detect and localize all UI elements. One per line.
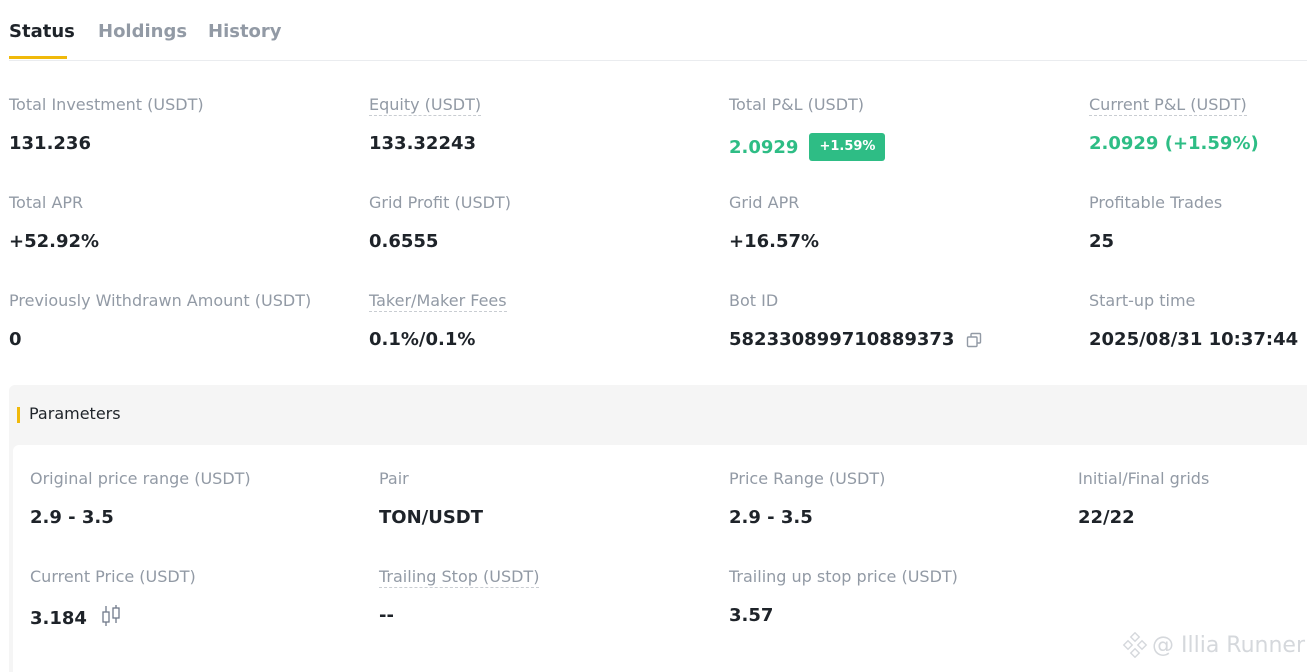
stat-value-row: 582330899710889373 [729,329,982,350]
stat-label: Total P&L (USDT) [729,95,865,114]
active-tab-indicator [9,56,67,59]
stat-bot-id: Bot ID 582330899710889373 [729,291,982,350]
param-label: Price Range (USDT) [729,469,886,488]
param-price-range: Price Range (USDT) 2.9 - 3.5 [729,469,886,528]
watermark-text: @ Illia Runner [1152,632,1306,658]
section-accent-bar [17,407,20,423]
stat-value: 2.0929 (+1.59%) [1089,133,1259,154]
stat-label: Bot ID [729,291,779,310]
stat-label: Grid APR [729,193,800,212]
param-value-row: 3.184 [30,605,121,632]
stat-value: 2025/08/31 10:37:44 [1089,329,1299,350]
parameters-panel: Parameters Original price range (USDT) 2… [9,385,1307,672]
tab-holdings[interactable]: Holdings [98,21,187,42]
stat-total-pnl: Total P&L (USDT) 2.0929 +1.59% [729,95,886,161]
param-label: Trailing up stop price (USDT) [729,567,958,586]
stat-startup-time: Start-up time 2025/08/31 10:37:44 [1089,291,1298,350]
stat-value: +52.92% [9,231,100,252]
param-value: 2.9 - 3.5 [729,507,813,528]
param-pair: Pair TON/USDT [379,469,483,528]
param-label: Pair [379,469,409,488]
stat-withdrawn: Previously Withdrawn Amount (USDT) 0 [9,291,312,350]
param-label[interactable]: Trailing Stop (USDT) [379,567,540,588]
stat-label[interactable]: Taker/Maker Fees [369,291,507,312]
tab-bar: Status Holdings History [9,0,1307,61]
watermark: @ Illia Runner [1122,632,1305,658]
param-grids: Initial/Final grids 22/22 [1078,469,1210,528]
tab-history[interactable]: History [208,21,282,42]
param-label: Original price range (USDT) [30,469,251,488]
stat-label[interactable]: Current P&L (USDT) [1089,95,1247,116]
stat-equity: Equity (USDT) 133.32243 [369,95,482,154]
stat-label: Previously Withdrawn Amount (USDT) [9,291,312,310]
candlestick-chart-icon[interactable] [101,605,121,632]
param-label: Initial/Final grids [1078,469,1210,488]
stat-label[interactable]: Equity (USDT) [369,95,482,116]
param-value: 3.184 [30,608,87,629]
param-label: Current Price (USDT) [30,567,196,586]
param-value: 2.9 - 3.5 [30,507,114,528]
param-value: TON/USDT [379,507,484,528]
stat-value: 0.6555 [369,231,439,252]
param-value: -- [379,605,394,626]
param-trailing-up-stop: Trailing up stop price (USDT) 3.57 [729,567,958,626]
stat-value: 0.1%/0.1% [369,329,476,350]
parameters-header: Parameters [9,385,1307,445]
binance-logo-icon [1122,632,1148,658]
stat-value-row: 2.0929 +1.59% [729,133,886,161]
stat-total-investment: Total Investment (USDT) 131.236 [9,95,204,154]
stat-label: Start-up time [1089,291,1196,310]
parameters-title: Parameters [29,404,121,423]
stat-value: +16.57% [729,231,820,252]
stat-label: Total APR [9,193,84,212]
stat-fees: Taker/Maker Fees 0.1%/0.1% [369,291,507,350]
stat-value: 133.32243 [369,133,477,154]
stat-value: 131.236 [9,133,91,154]
param-value: 22/22 [1078,507,1135,528]
stat-profitable-trades: Profitable Trades 25 [1089,193,1223,252]
param-trailing-stop: Trailing Stop (USDT) -- [379,567,540,626]
stat-grid-apr: Grid APR +16.57% [729,193,819,252]
stat-label: Profitable Trades [1089,193,1223,212]
stat-label: Total Investment (USDT) [9,95,204,114]
tab-status[interactable]: Status [9,21,75,42]
stat-value: 0 [9,329,22,350]
param-value: 3.57 [729,605,774,626]
stat-label: Grid Profit (USDT) [369,193,511,212]
pnl-percent-badge: +1.59% [809,133,886,161]
param-original-range: Original price range (USDT) 2.9 - 3.5 [30,469,251,528]
copy-icon[interactable] [966,332,982,348]
parameters-body: Original price range (USDT) 2.9 - 3.5 Pa… [13,445,1307,672]
param-current-price: Current Price (USDT) 3.184 [30,567,196,629]
stat-value: 582330899710889373 [729,329,955,350]
stat-value: 2.0929 [729,136,799,158]
stat-total-apr: Total APR +52.92% [9,193,99,252]
stat-value: 25 [1089,231,1115,252]
stat-current-pnl: Current P&L (USDT) 2.0929 (+1.59%) [1089,95,1259,154]
stat-grid-profit: Grid Profit (USDT) 0.6555 [369,193,511,252]
